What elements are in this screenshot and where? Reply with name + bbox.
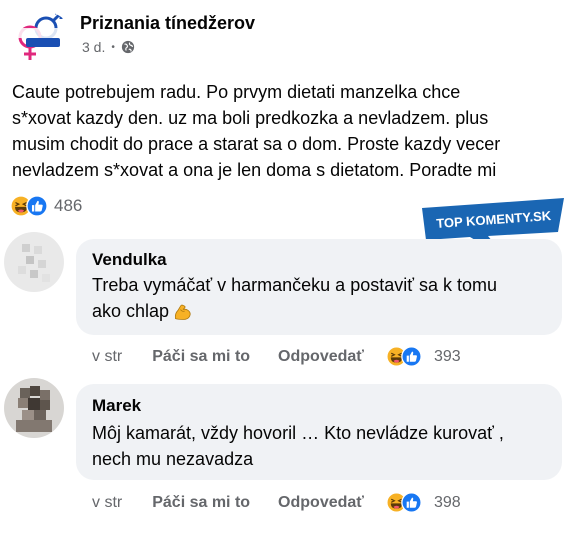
comment-actions: v str Páči sa mi to Odpovedať 398 — [92, 492, 461, 513]
comment-reactions[interactable]: 398 — [386, 492, 461, 513]
comment-reaction-count: 393 — [433, 347, 461, 365]
like-button[interactable]: Páči sa mi to — [152, 494, 250, 512]
comment-text: Môj kamarát, vždy hovoril … Kto nevládze… — [92, 420, 504, 472]
comment-text-line: ako chlap — [92, 298, 497, 324]
comment-text-line: Môj kamarát, vždy hovoril … Kto nevládze… — [92, 423, 504, 443]
reply-button[interactable]: Odpovedať — [278, 348, 364, 366]
like-reaction-icon — [26, 195, 48, 217]
like-reaction-icon — [401, 346, 422, 367]
blurred-avatar — [4, 378, 64, 438]
commenter-avatar[interactable] — [4, 232, 64, 292]
reaction-count: 486 — [54, 196, 83, 215]
post-text-line: nevladzem s*xovat a ona je len doma s di… — [12, 160, 497, 180]
page-name[interactable]: Priznania tínedžerov — [80, 13, 255, 34]
comment-text: Treba vymáčať v harmančeku a postaviť sa… — [92, 272, 497, 324]
comment-author[interactable]: Vendulka — [92, 250, 167, 270]
comment-text-line-part: ako chlap — [92, 301, 170, 321]
globe-icon[interactable] — [121, 40, 135, 54]
comment-author[interactable]: Marek — [92, 396, 141, 416]
comment-reactions[interactable]: 393 — [386, 346, 461, 367]
like-button[interactable]: Páči sa mi to — [152, 348, 250, 366]
post-text: Caute potrebujem radu. Po prvym dietati … — [12, 79, 577, 183]
post-text-line: Caute potrebujem radu. Po prvym dietati … — [12, 82, 461, 102]
separator-dot: • — [111, 41, 115, 53]
comment-reaction-count: 398 — [433, 493, 461, 511]
comment-time[interactable]: v str — [92, 348, 122, 366]
page-logo — [14, 11, 70, 60]
flexed-biceps-emoji-icon — [174, 304, 191, 321]
reply-button[interactable]: Odpovedať — [278, 494, 364, 512]
comment-text-line: Treba vymáčať v harmančeku a postaviť sa… — [92, 275, 497, 295]
post-text-line: s*xovat kazdy den. uz ma boli predkozka … — [12, 108, 489, 128]
comment-text-line: nech mu nezavadza — [92, 449, 254, 469]
post-meta: 3 d. • — [82, 39, 135, 55]
blurred-avatar — [4, 232, 64, 292]
comment-actions: v str Páči sa mi to Odpovedať 393 — [92, 346, 461, 367]
comment-time[interactable]: v str — [92, 494, 122, 512]
post-reactions[interactable]: 486 — [10, 195, 82, 217]
post-time[interactable]: 3 d. — [82, 39, 105, 55]
commenter-avatar[interactable] — [4, 378, 64, 438]
like-reaction-icon — [401, 492, 422, 513]
page-avatar[interactable] — [12, 11, 72, 63]
post-text-line: musim chodit do prace a starat sa o dom.… — [12, 134, 501, 154]
